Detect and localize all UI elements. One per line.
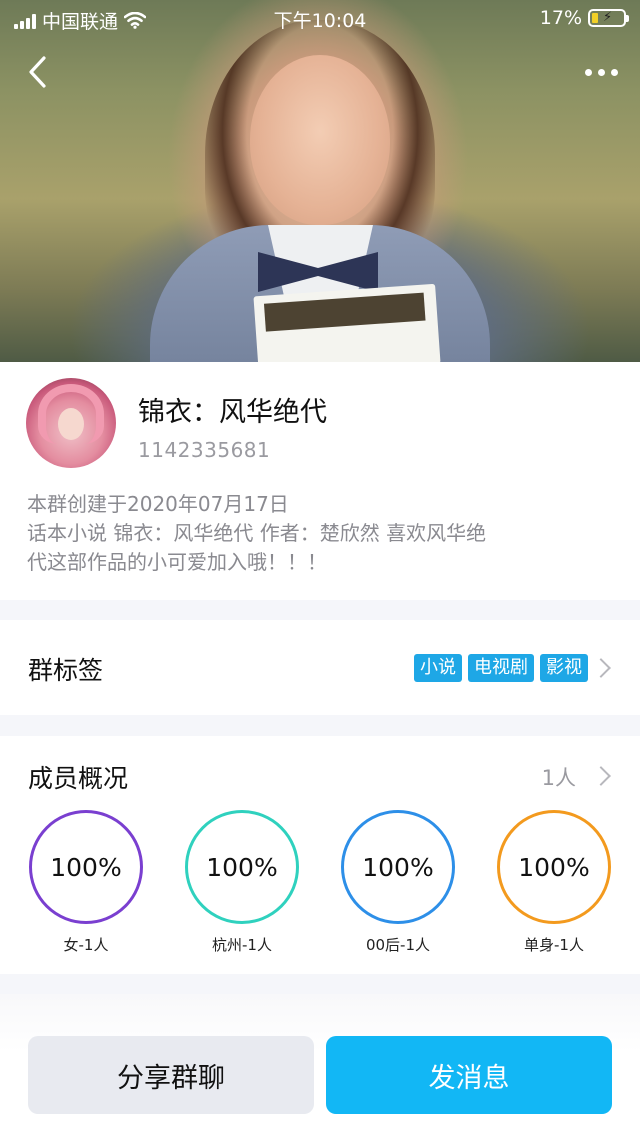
member-stats: 100% 女-1人 100% 杭州-1人 100% 00后-1人 100% 单身… [0, 810, 640, 960]
stat-ring-relationship: 100% [497, 810, 611, 924]
member-count[interactable]: 1人 [542, 762, 576, 792]
send-message-button[interactable]: 发消息 [326, 1036, 612, 1114]
group-avatar[interactable] [26, 378, 116, 468]
stat-value: 100% [206, 852, 278, 882]
members-title: 成员概况 [28, 764, 129, 793]
stat-ring-gender: 100% [29, 810, 143, 924]
tag-list: 小说 电视剧 影视 [414, 654, 588, 682]
stat-value: 100% [518, 852, 590, 882]
stat-label: 00后-1人 [365, 936, 431, 954]
group-info-card: 锦衣：风华绝代 1142335681 本群创建于2020年07月17日 话本小说… [0, 362, 640, 600]
status-bar: 中国联通 下午10:04 17% ⚡ [0, 0, 640, 36]
battery-percent: 17% [539, 7, 582, 29]
battery-icon: ⚡ [588, 9, 629, 27]
tags-title: 群标签 [28, 656, 104, 685]
stat-ring-city: 100% [185, 810, 299, 924]
description-line: 话本小说 锦衣：风华绝代 作者：楚欣然 喜欢风华绝 [27, 521, 487, 545]
stat-label: 单身-1人 [524, 936, 584, 954]
stat-ring-age: 100% [341, 810, 455, 924]
share-group-button[interactable]: 分享群聊 [28, 1036, 314, 1114]
bottom-action-bar: 分享群聊 发消息 [0, 994, 640, 1139]
stat-value: 100% [50, 852, 122, 882]
description-line: 本群创建于2020年07月17日 [27, 492, 289, 516]
tag-badge: 小说 [414, 654, 462, 682]
chevron-left-icon [29, 56, 46, 88]
description-line: 代这部作品的小可爱加入哦！！！ [27, 550, 327, 574]
ellipsis-icon [585, 68, 592, 76]
group-name: 锦衣：风华绝代 [138, 397, 327, 428]
stat-label: 杭州-1人 [212, 936, 272, 954]
group-id: 1142335681 [138, 438, 271, 462]
group-tags-row[interactable]: 群标签 小说 电视剧 影视 [0, 620, 640, 715]
members-overview-card: 成员概况 1人 100% 女-1人 100% 杭州-1人 100% 00后-1人… [0, 736, 640, 974]
more-button[interactable] [574, 60, 618, 84]
chevron-right-icon [591, 658, 611, 678]
tag-badge: 影视 [540, 654, 588, 682]
stat-label: 女-1人 [63, 936, 109, 954]
group-description: 本群创建于2020年07月17日 话本小说 锦衣：风华绝代 作者：楚欣然 喜欢风… [27, 490, 607, 577]
chevron-right-icon[interactable] [591, 766, 611, 786]
back-button[interactable] [22, 50, 56, 94]
stat-value: 100% [362, 852, 434, 882]
group-cover-image [0, 0, 640, 362]
tag-badge: 电视剧 [468, 654, 534, 682]
